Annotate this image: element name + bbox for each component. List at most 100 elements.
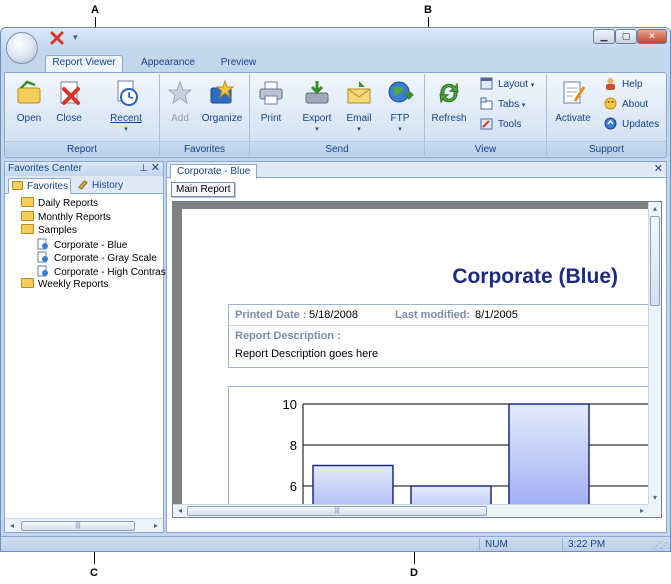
y-tick-label: 8: [290, 438, 297, 453]
ftp-button[interactable]: FTP ▾: [384, 77, 416, 137]
tree-item-daily-reports[interactable]: Daily Reports: [21, 197, 98, 210]
tree-item-monthly-reports[interactable]: Monthly Reports: [21, 211, 111, 224]
window-close-button[interactable]: ✕: [637, 29, 667, 44]
main-report-tab[interactable]: Main Report: [171, 182, 236, 197]
tree-item-weekly-reports[interactable]: Weekly Reports: [21, 278, 108, 291]
scroll-right-icon[interactable]: ▸: [150, 520, 162, 532]
close-button[interactable]: Close: [51, 77, 87, 137]
scroll-right-icon[interactable]: ▸: [636, 505, 648, 517]
tools-icon: [480, 118, 493, 130]
vertical-scroll-thumb[interactable]: [650, 216, 660, 306]
printed-date-value: 5/18/2008: [309, 309, 358, 321]
history-icon: [78, 180, 88, 190]
layout-button[interactable]: Layout ▾: [480, 77, 534, 93]
recent-button[interactable]: Recent ▾: [105, 77, 147, 137]
viewer-horizontal-scrollbar[interactable]: ◂ ||| ▸: [173, 504, 649, 517]
scroll-left-icon[interactable]: ◂: [6, 520, 18, 532]
tabs-button[interactable]: Tabs ▾: [480, 97, 525, 113]
report-file-icon: [37, 238, 48, 250]
report-file-icon: [37, 251, 48, 263]
document-tabstrip: Corporate - Blue ✕: [167, 162, 666, 179]
callout-d: D: [410, 567, 418, 579]
tab-history[interactable]: History: [77, 178, 137, 194]
layout-dropdown-icon: ▾: [530, 82, 535, 89]
organize-button[interactable]: Organize: [198, 77, 246, 137]
horizontal-scroll-thumb[interactable]: |||: [187, 506, 487, 516]
tree-item-samples[interactable]: Samples: [21, 224, 77, 237]
maximize-button[interactable]: ▢: [615, 29, 637, 44]
about-icon: [604, 97, 617, 110]
tree-item-corporate-blue[interactable]: Corporate - Blue: [37, 238, 127, 251]
ftp-dropdown-icon: ▾: [398, 126, 402, 133]
callout-a: A: [91, 4, 99, 16]
y-tick-label: 6: [290, 479, 297, 494]
print-button[interactable]: Print: [254, 77, 288, 137]
tab-favorites[interactable]: Favorites: [8, 178, 71, 194]
document-close-icon[interactable]: ✕: [654, 162, 663, 175]
report-description-label: Report Description :: [235, 330, 341, 342]
export-dropdown-icon: ▾: [315, 126, 319, 133]
application-orb-button[interactable]: [6, 32, 38, 64]
folder-icon: [21, 278, 34, 288]
open-button[interactable]: Open: [11, 77, 47, 137]
status-time: 3:22 PM: [562, 538, 644, 551]
favorites-horizontal-scrollbar[interactable]: ◂ ||| ▸: [5, 518, 163, 532]
add-favorite-button: Add: [164, 77, 196, 137]
add-star-icon: [167, 80, 193, 105]
updates-icon: [604, 117, 617, 130]
resize-grip-icon[interactable]: ⋰⋰: [653, 541, 668, 550]
scroll-thumb[interactable]: |||: [21, 521, 135, 531]
tree-item-corporate-high-contrast[interactable]: Corporate - High Contrast: [37, 265, 169, 278]
pin-icon[interactable]: ⊥: [139, 162, 148, 176]
group-support: Activate Help About Updates Support: [547, 74, 666, 156]
printer-icon: [259, 81, 283, 105]
scroll-up-icon[interactable]: ▴: [649, 203, 661, 215]
ribbon: Open Close Recent ▾ Report Add Organize: [4, 72, 667, 158]
minimize-button[interactable]: ▁: [593, 29, 615, 44]
qat-customize-icon[interactable]: ▾: [73, 32, 78, 43]
favorites-panel-header: Favorites Center ⊥ ✕: [5, 162, 163, 176]
tools-button[interactable]: Tools: [480, 117, 521, 133]
bar: [508, 403, 590, 517]
help-button[interactable]: Help: [604, 77, 643, 93]
recent-clock-icon: [117, 80, 138, 106]
scroll-left-icon[interactable]: ◂: [174, 505, 186, 517]
organize-star-icon: [210, 79, 235, 104]
group-favorites: Add Organize Favorites: [160, 74, 250, 156]
scroll-down-icon[interactable]: ▾: [649, 492, 661, 504]
report-viewer: Corporate (Blue) Printed Date : 5/18/200…: [172, 201, 662, 518]
group-label-send: Send: [250, 141, 424, 156]
recent-dropdown-icon: ▾: [124, 126, 128, 133]
favorites-panel-tabs: Favorites History: [5, 176, 163, 194]
group-label-report: Report: [5, 141, 159, 156]
activate-button[interactable]: Activate: [551, 77, 595, 137]
folder-icon: [21, 211, 34, 221]
viewer-vertical-scrollbar[interactable]: ▴ ▾: [648, 202, 661, 505]
report-description-value: Report Description goes here: [235, 348, 379, 360]
tab-appearance[interactable]: Appearance: [133, 56, 203, 72]
group-label-favorites: Favorites: [160, 141, 249, 156]
bar-chart: 6 8 10: [283, 397, 659, 517]
tab-report-viewer[interactable]: Report Viewer: [45, 55, 123, 73]
tab-preview[interactable]: Preview: [211, 56, 266, 72]
activate-icon: [563, 81, 586, 104]
layout-icon: [480, 77, 493, 90]
favorites-center-panel: Favorites Center ⊥ ✕ Favorites History D…: [4, 161, 169, 533]
export-icon: [305, 81, 329, 104]
about-button[interactable]: About: [604, 97, 648, 113]
export-button[interactable]: Export ▾: [298, 77, 336, 137]
favorites-close-icon[interactable]: ✕: [151, 161, 160, 175]
report-info-box: Printed Date : 5/18/2008 Last modified: …: [228, 304, 658, 368]
document-area: Corporate - Blue ✕ Main Report Corporate…: [166, 161, 667, 533]
printed-date-label: Printed Date :: [235, 309, 307, 321]
favorites-panel-title: Favorites Center: [8, 163, 82, 174]
refresh-button[interactable]: Refresh: [429, 77, 469, 137]
qat-close-icon[interactable]: [50, 31, 64, 45]
updates-button[interactable]: Updates: [604, 117, 659, 133]
tree-item-corporate-gray-scale[interactable]: Corporate - Gray Scale: [37, 251, 157, 264]
group-send: Print Export ▾ Email ▾ FTP ▾ Send: [250, 74, 425, 156]
app-window: ▾ ▁ ▢ ✕ Report Viewer Appearance Preview…: [0, 27, 671, 552]
last-modified-value: 8/1/2005: [475, 309, 518, 321]
tab-corporate-blue[interactable]: Corporate - Blue: [170, 164, 258, 179]
email-button[interactable]: Email ▾: [342, 77, 376, 137]
